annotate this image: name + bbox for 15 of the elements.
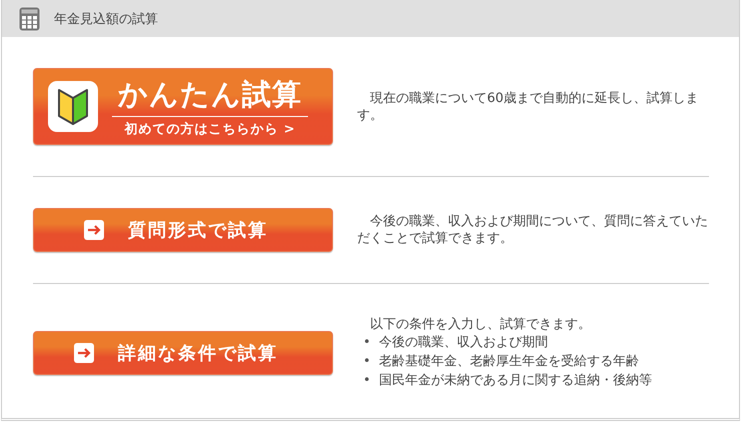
option-description: 現在の職業について60歳まで自動的に延長し、試算します。 <box>357 90 700 124</box>
bullet-mark: • <box>363 334 371 352</box>
question-calculation-button[interactable]: 質問形式で試算 <box>33 208 333 252</box>
option-description: 以下の条件を入力し、試算できます。 <box>369 316 592 333</box>
bullet-mark: • <box>363 372 371 390</box>
page-title: 年金見込額の試算 <box>54 10 158 28</box>
calculator-icon <box>19 6 40 30</box>
bullet-mark: • <box>363 353 371 371</box>
easy-calculation-button[interactable]: かんたん試算 初めての方はこちらから > <box>33 68 333 145</box>
condition-item: 国民年金が未納である月に関する追納・後納等 <box>379 372 652 390</box>
option-description: 今後の職業、収入および期間について、質問に答えていただくことで試算できます。 <box>357 213 709 247</box>
beginner-mark-icon <box>57 88 89 126</box>
detailed-calculation-button[interactable]: 詳細な条件で試算 <box>33 331 333 375</box>
condition-item: 老齢基礎年金、老齢厚生年金を受給する年齢 <box>379 353 639 371</box>
condition-item: 今後の職業、収入および期間 <box>379 334 548 352</box>
